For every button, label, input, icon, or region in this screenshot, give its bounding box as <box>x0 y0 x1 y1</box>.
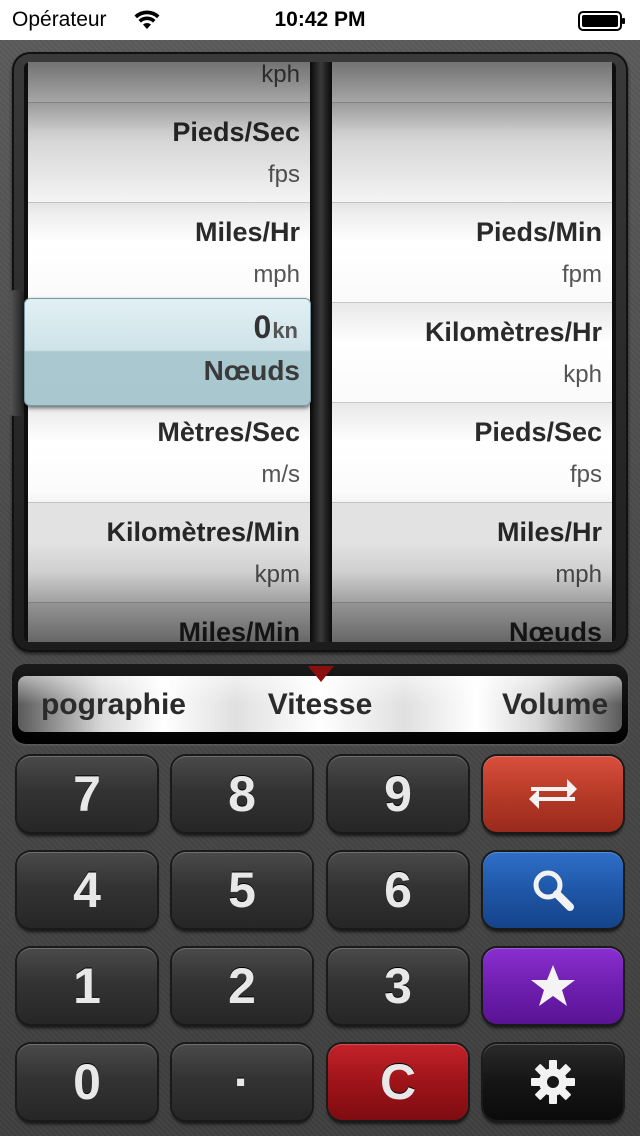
wheel-row[interactable] <box>332 102 612 202</box>
unit-abbr: fps <box>569 461 602 488</box>
category-next[interactable]: Volume <box>502 688 608 722</box>
unit-name: Pieds/Sec <box>172 117 300 147</box>
wheel-row[interactable]: Pieds/Sec fps <box>28 102 310 202</box>
input-number: 0 <box>253 309 272 345</box>
unit-name: Pieds/Sec <box>474 417 602 447</box>
to-unit-wheel[interactable]: Pieds/Min fpm Kilomètres/Hr kph Pieds/Se… <box>332 62 612 642</box>
key-label: 8 <box>228 766 256 822</box>
wheel-divider <box>310 62 332 642</box>
gear-icon <box>531 1060 575 1104</box>
input-unit-abbr: kn <box>272 318 298 343</box>
key-0[interactable]: 0 <box>17 1044 157 1120</box>
input-value-display[interactable]: 0kn Nœuds <box>24 298 311 406</box>
wheel-row[interactable]: Nœuds <box>332 602 612 642</box>
wheel-row[interactable]: Miles/Min <box>28 602 310 642</box>
key-3[interactable]: 3 <box>328 948 468 1024</box>
key-2[interactable]: 2 <box>172 948 312 1024</box>
key-label: 4 <box>73 862 101 918</box>
unit-name: Miles/Hr <box>496 517 602 547</box>
key-decimal[interactable]: · <box>172 1044 312 1120</box>
unit-abbr: mph <box>555 561 602 588</box>
key-label: 9 <box>384 766 412 822</box>
key-label: 0 <box>73 1054 101 1110</box>
key-label: 7 <box>73 766 101 822</box>
unit-name: Nœuds <box>509 617 602 642</box>
favorites-button[interactable] <box>483 948 623 1024</box>
star-icon <box>531 965 575 1006</box>
swap-icon <box>529 779 577 809</box>
input-unit-name: Nœuds <box>203 355 300 386</box>
wheel-row[interactable]: Pieds/Min fpm <box>332 202 612 302</box>
swap-units-button[interactable] <box>483 756 623 832</box>
unit-name: Pieds/Min <box>475 217 602 247</box>
key-label: 6 <box>384 862 412 918</box>
unit-abbr: kph <box>563 361 602 388</box>
unit-abbr: fps <box>267 161 300 188</box>
unit-name: Mètres/Sec <box>157 417 300 447</box>
key-label: 3 <box>384 958 412 1014</box>
key-label: 2 <box>228 958 256 1014</box>
side-grip <box>10 290 24 416</box>
key-8[interactable]: 8 <box>172 756 312 832</box>
wheel-row[interactable]: Miles/Hr mph <box>28 202 310 302</box>
settings-button[interactable] <box>483 1044 623 1120</box>
unit-abbr: m/s <box>261 461 300 488</box>
battery-icon <box>578 11 625 31</box>
unit-abbr: fpm <box>561 261 602 288</box>
wheel-row[interactable]: Kilomètres/Hr kph <box>332 302 612 402</box>
unit-name: Kilomètres/Min <box>106 517 300 547</box>
status-bar: Opérateur 10:42 PM <box>0 0 640 40</box>
unit-abbr: kph <box>261 62 300 88</box>
wheel-row[interactable]: kph <box>28 62 310 102</box>
unit-name: Miles/Hr <box>194 217 300 247</box>
category-strip[interactable]: pographie Vitesse Volume <box>18 676 622 732</box>
key-7[interactable]: 7 <box>17 756 157 832</box>
unit-name: Kilomètres/Hr <box>424 317 602 347</box>
unit-abbr: mph <box>253 261 300 288</box>
key-4[interactable]: 4 <box>17 852 157 928</box>
unit-name: Miles/Min <box>178 617 300 642</box>
status-time: 10:42 PM <box>274 8 366 31</box>
key-6[interactable]: 6 <box>328 852 468 928</box>
wheel-row[interactable]: Miles/Hr mph <box>332 502 612 602</box>
wheel-row[interactable] <box>332 62 612 102</box>
clear-button[interactable]: C <box>328 1044 468 1120</box>
key-label: · <box>233 1054 251 1110</box>
key-label: C <box>379 1054 417 1110</box>
wheel-row[interactable]: Pieds/Sec fps <box>332 402 612 502</box>
category-pointer-icon <box>308 666 334 682</box>
unit-abbr: kpm <box>254 561 300 588</box>
key-5[interactable]: 5 <box>172 852 312 928</box>
search-icon <box>533 870 574 911</box>
search-button[interactable] <box>483 852 623 928</box>
key-1[interactable]: 1 <box>17 948 157 1024</box>
key-label: 5 <box>228 862 256 918</box>
key-label: 1 <box>73 958 101 1014</box>
key-9[interactable]: 9 <box>328 756 468 832</box>
wheel-row[interactable]: Kilomètres/Min kpm <box>28 502 310 602</box>
wheel-row[interactable]: Mètres/Sec m/s <box>28 402 310 502</box>
input-value: 0kn <box>254 309 298 346</box>
